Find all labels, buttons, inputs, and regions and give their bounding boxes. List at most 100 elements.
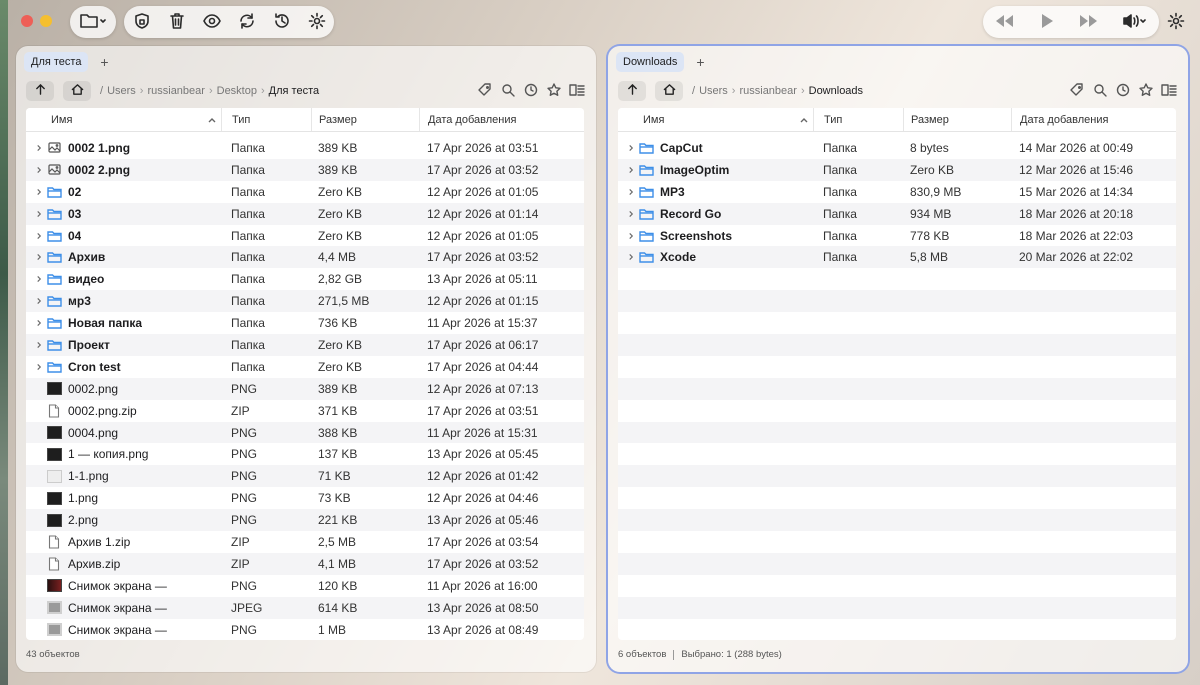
column-header-size[interactable]: Размер xyxy=(903,108,1011,131)
go-up-button[interactable] xyxy=(618,81,646,101)
disclosure-chevron-right-icon[interactable] xyxy=(26,334,42,356)
table-row[interactable]: Снимок экрана — JPEG 614 KB 13 Apr 2026 at … xyxy=(26,596,584,619)
table-row[interactable]: Архив.zip ZIP 4,1 MB 17 Apr 2026 at 03:52 xyxy=(26,552,584,575)
breadcrumb-root[interactable]: / xyxy=(692,85,695,97)
table-row[interactable]: 2.png PNG 221 KB 13 Apr 2026 at 05:46 xyxy=(26,509,584,532)
tab-current[interactable]: Downloads xyxy=(616,52,685,72)
column-header-date[interactable]: Дата добавления xyxy=(419,108,584,131)
disclosure-chevron-right-icon[interactable] xyxy=(618,203,634,225)
table-row[interactable]: ImageOptim Папка Zero KB 12 Mar 2026 at 15:… xyxy=(618,158,1176,181)
favorite-button[interactable] xyxy=(544,82,563,101)
table-row[interactable]: MP3 Папка 830,9 MB 15 Mar 2026 at 14:34 xyxy=(618,181,1176,203)
settings-button[interactable] xyxy=(303,8,331,36)
table-row[interactable]: Xcode Папка 5,8 MB 20 Mar 2026 at 22:02 xyxy=(618,246,1176,269)
tab-current[interactable]: Для теста xyxy=(24,52,89,72)
table-row[interactable]: 0002.png PNG 389 KB 12 Apr 2026 at 07:13 xyxy=(26,377,584,400)
disclosure-chevron-right-icon[interactable] xyxy=(26,137,42,159)
history-button[interactable] xyxy=(268,8,296,36)
view-mode-button[interactable] xyxy=(1159,82,1178,101)
table-row[interactable]: CapCut Папка 8 bytes 14 Mar 2026 at 00:49 xyxy=(618,137,1176,159)
tag-button[interactable] xyxy=(475,82,494,101)
file-size: 2,82 GB xyxy=(318,272,363,287)
column-header-date[interactable]: Дата добавления xyxy=(1011,108,1176,131)
delete-button[interactable] xyxy=(163,8,191,36)
column-header-type[interactable]: Тип xyxy=(813,108,903,131)
breadcrumb-root[interactable]: / xyxy=(100,85,103,97)
table-row[interactable]: видео Папка 2,82 GB 13 Apr 2026 at 05:11 xyxy=(26,268,584,290)
file-list[interactable]: Имя Тип Размер Дата добавления 0002 1.pn… xyxy=(26,108,584,640)
table-row[interactable]: 0002.png.zip ZIP 371 KB 17 Apr 2026 at 03:5… xyxy=(26,400,584,422)
breadcrumb-item[interactable]: Users xyxy=(699,85,728,97)
table-row[interactable]: 1.png PNG 73 KB 12 Apr 2026 at 04:46 xyxy=(26,487,584,509)
disclosure-chevron-right-icon[interactable] xyxy=(26,312,42,334)
breadcrumb-item[interactable]: Desktop xyxy=(217,85,257,97)
disclosure-chevron-right-icon[interactable] xyxy=(618,137,634,159)
column-header-name[interactable]: Имя xyxy=(26,108,221,131)
folder-menu-button[interactable] xyxy=(73,8,113,36)
empty-row xyxy=(618,575,1176,597)
image-thumbnail-icon xyxy=(46,513,62,527)
volume-button[interactable] xyxy=(1118,8,1152,36)
table-row[interactable]: 02 Папка Zero KB 12 Apr 2026 at 01:05 xyxy=(26,181,584,203)
column-header-name[interactable]: Имя xyxy=(618,108,813,131)
new-tab-button[interactable]: + xyxy=(97,54,111,70)
go-up-button[interactable] xyxy=(26,81,54,101)
breadcrumb-item[interactable]: Для теста xyxy=(269,85,319,97)
recent-button[interactable] xyxy=(1113,82,1132,101)
disclosure-chevron-right-icon[interactable] xyxy=(26,268,42,290)
table-row[interactable]: Архив 1.zip ZIP 2,5 MB 17 Apr 2026 at 03:54 xyxy=(26,531,584,553)
disclosure-chevron-right-icon[interactable] xyxy=(26,246,42,268)
disclosure-chevron-right-icon[interactable] xyxy=(618,159,634,181)
global-settings-button[interactable] xyxy=(1162,8,1190,36)
breadcrumb-item[interactable]: Downloads xyxy=(809,85,863,97)
disclosure-chevron-right-icon[interactable] xyxy=(26,181,42,203)
table-row[interactable]: 1 — копия.png PNG 137 KB 13 Apr 2026 at 05:… xyxy=(26,443,584,465)
table-row[interactable]: 0004.png PNG 388 KB 11 Apr 2026 at 15:31 xyxy=(26,421,584,444)
table-row[interactable]: 0002 2.png Папка 389 KB 17 Apr 2026 at 03:5… xyxy=(26,158,584,181)
table-row[interactable]: 0002 1.png Папка 389 KB 17 Apr 2026 at 03:5… xyxy=(26,137,584,159)
disclosure-chevron-right-icon[interactable] xyxy=(618,181,634,203)
column-header-type[interactable]: Тип xyxy=(221,108,311,131)
breadcrumb-item[interactable]: Users xyxy=(107,85,136,97)
home-button[interactable] xyxy=(655,81,683,101)
breadcrumb-item[interactable]: russianbear xyxy=(739,85,796,97)
disclosure-chevron-right-icon[interactable] xyxy=(26,203,42,225)
table-row[interactable]: 03 Папка Zero KB 12 Apr 2026 at 01:14 xyxy=(26,202,584,225)
favorite-button[interactable] xyxy=(1136,82,1155,101)
minimize-window-button[interactable] xyxy=(40,15,52,27)
table-row[interactable]: 1-1.png PNG 71 KB 12 Apr 2026 at 01:42 xyxy=(26,465,584,488)
disclosure-chevron-right-icon[interactable] xyxy=(26,356,42,378)
search-button[interactable] xyxy=(1090,82,1109,101)
breadcrumb-item[interactable]: russianbear xyxy=(147,85,204,97)
tag-button[interactable] xyxy=(1067,82,1086,101)
privacy-button[interactable] xyxy=(128,8,156,36)
column-header-size[interactable]: Размер xyxy=(311,108,419,131)
table-row[interactable]: Screenshots Папка 778 KB 18 Mar 2026 at 22:… xyxy=(618,225,1176,247)
table-row[interactable]: 04 Папка Zero KB 12 Apr 2026 at 01:05 xyxy=(26,225,584,247)
file-list[interactable]: Имя Тип Размер Дата добавления CapCut Пап… xyxy=(618,108,1176,640)
table-row[interactable]: Record Go Папка 934 MB 18 Mar 2026 at 20:18 xyxy=(618,202,1176,225)
table-row[interactable]: Проект Папка Zero KB 17 Apr 2026 at 06:17 xyxy=(26,334,584,356)
quick-look-button[interactable] xyxy=(198,8,226,36)
disclosure-chevron-right-icon[interactable] xyxy=(618,225,634,247)
disclosure-chevron-right-icon[interactable] xyxy=(26,290,42,312)
fast-forward-button[interactable] xyxy=(1075,8,1103,36)
new-tab-button[interactable]: + xyxy=(693,54,707,70)
rewind-button[interactable] xyxy=(990,8,1018,36)
table-row[interactable]: Снимок экрана — PNG 1 MB 13 Apr 2026 at 08:… xyxy=(26,619,584,640)
table-row[interactable]: Архив Папка 4,4 MB 17 Apr 2026 at 03:52 xyxy=(26,246,584,269)
view-mode-button[interactable] xyxy=(567,82,586,101)
close-window-button[interactable] xyxy=(21,15,33,27)
home-button[interactable] xyxy=(63,81,91,101)
table-row[interactable]: Новая папка Папка 736 KB 11 Apr 2026 at 15:… xyxy=(26,312,584,334)
play-button[interactable] xyxy=(1033,8,1061,36)
table-row[interactable]: мр3 Папка 271,5 MB 12 Apr 2026 at 01:15 xyxy=(26,290,584,313)
disclosure-chevron-right-icon[interactable] xyxy=(26,159,42,181)
search-button[interactable] xyxy=(498,82,517,101)
table-row[interactable]: Cron test Папка Zero KB 17 Apr 2026 at 04:4… xyxy=(26,356,584,378)
table-row[interactable]: Снимок экрана — PNG 120 KB 11 Apr 2026 at 1… xyxy=(26,575,584,597)
recent-button[interactable] xyxy=(521,82,540,101)
disclosure-chevron-right-icon[interactable] xyxy=(618,246,634,268)
disclosure-chevron-right-icon[interactable] xyxy=(26,225,42,247)
sync-button[interactable] xyxy=(233,8,261,36)
